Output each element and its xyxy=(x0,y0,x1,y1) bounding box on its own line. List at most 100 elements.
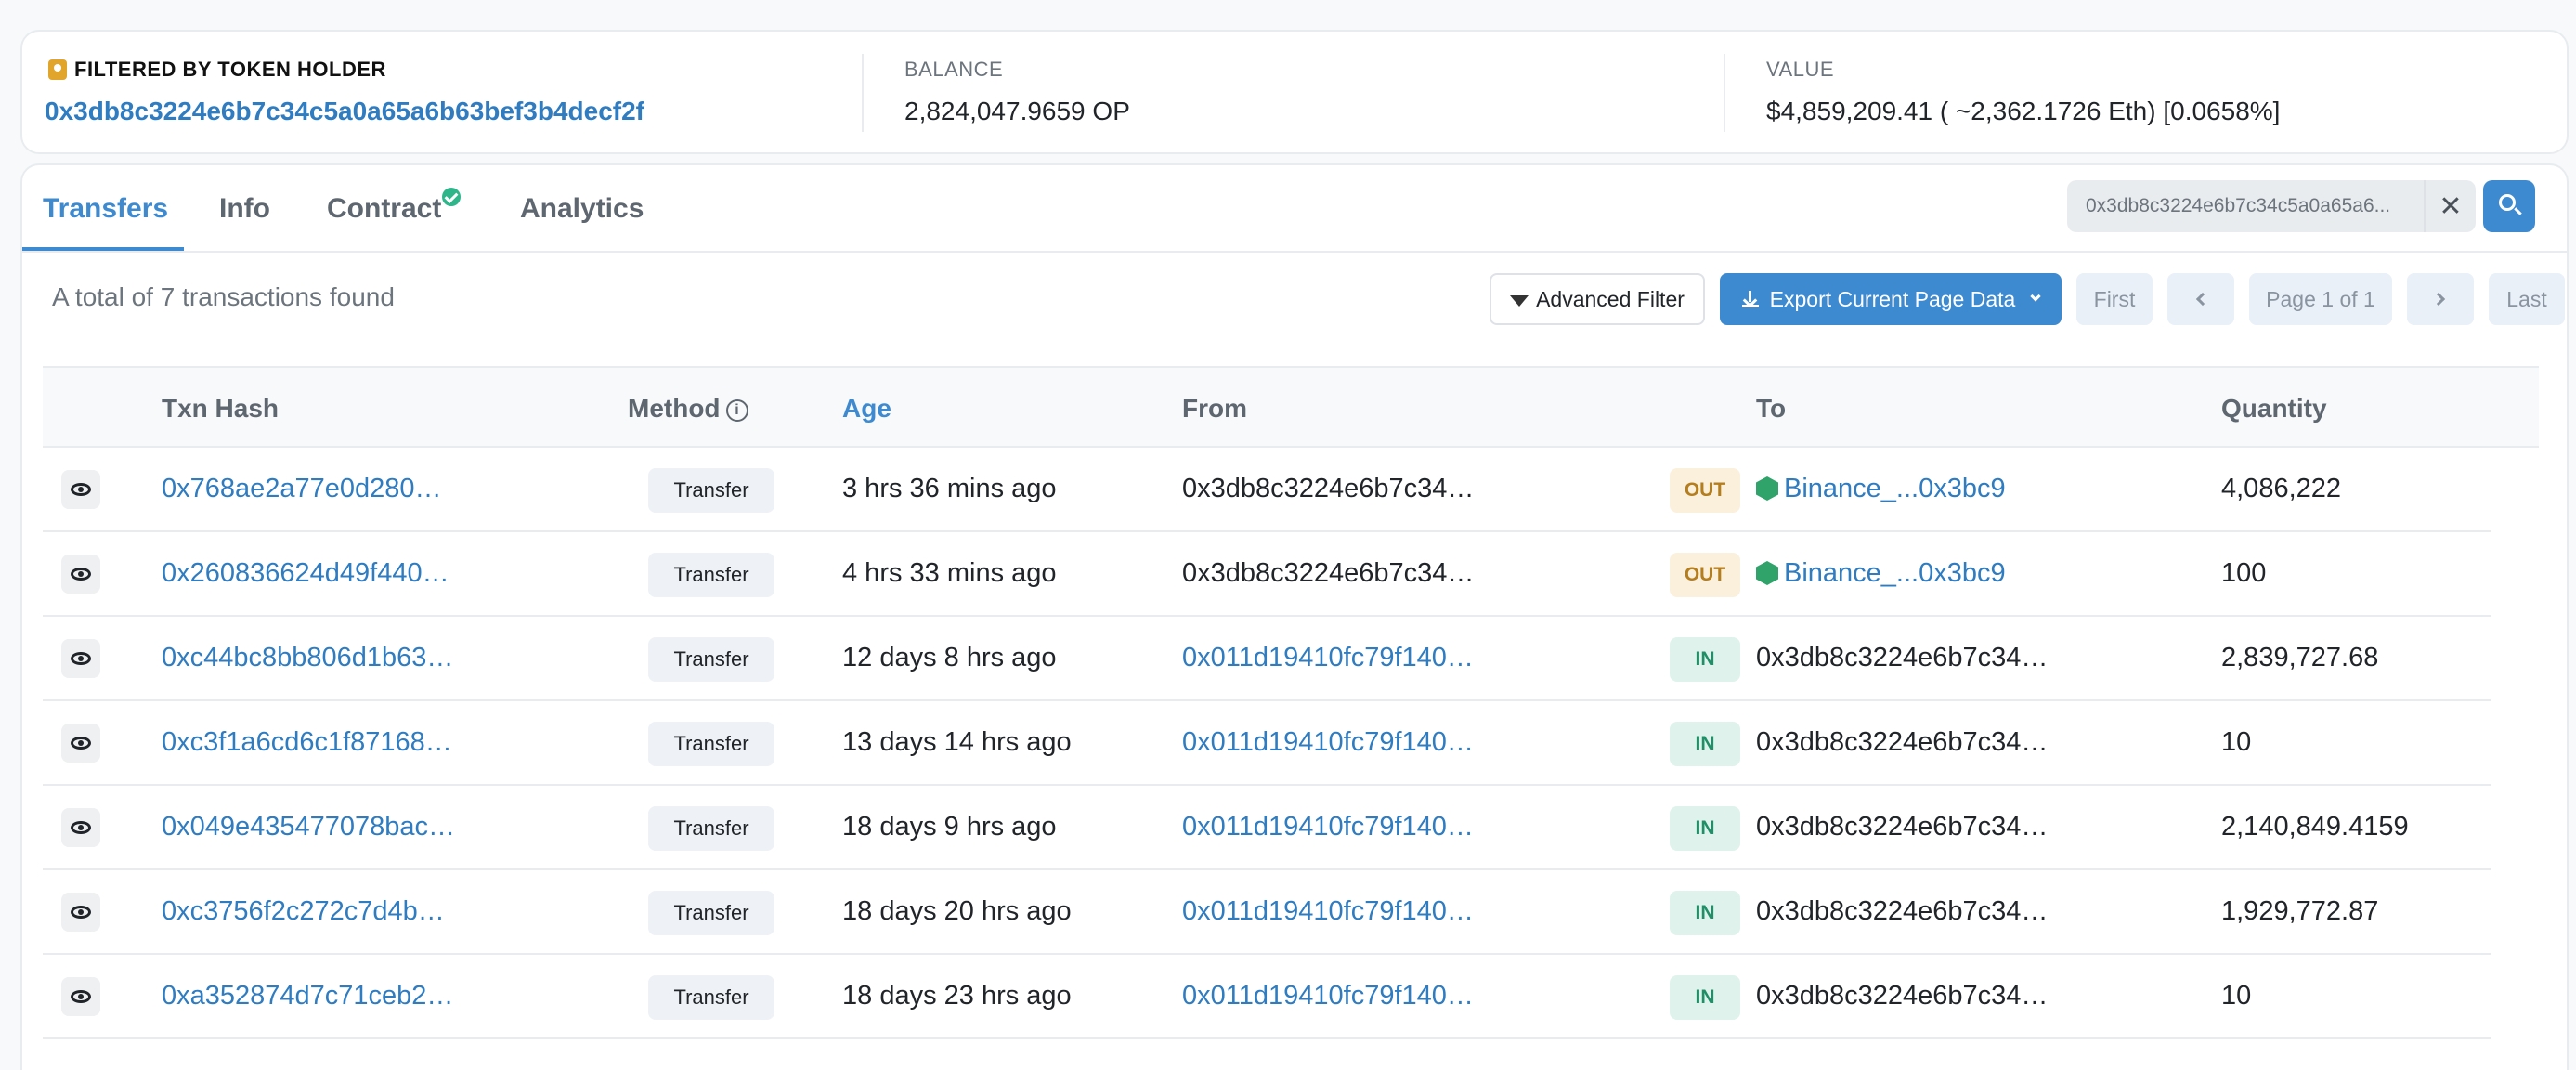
quantity-value: 100 xyxy=(2221,558,2267,588)
search-input[interactable] xyxy=(2067,180,2424,232)
table-row: 0x768ae2a77e0d280… Transfer 3 hrs 36 mins … xyxy=(43,448,2491,532)
holder-address-link[interactable]: 0x3db8c3224e6b7c34c5a0a65a6b63bef3b4decf… xyxy=(45,97,644,126)
value-label: VALUE xyxy=(1766,58,1835,81)
age-text: 12 days 8 hrs ago xyxy=(842,643,1057,672)
txn-hash-link[interactable]: 0xa352874d7c71ceb2… xyxy=(162,981,453,1011)
from-address[interactable]: 0x011d19410fc79f140… xyxy=(1182,643,1474,673)
filter-icon xyxy=(1510,295,1529,307)
from-address[interactable]: 0x011d19410fc79f140… xyxy=(1182,981,1474,1011)
advanced-filter-label: Advanced Filter xyxy=(1536,286,1685,311)
divider xyxy=(1724,54,1725,132)
txn-hash-link[interactable]: 0x768ae2a77e0d280… xyxy=(162,474,442,504)
method-badge: Transfer xyxy=(648,975,774,1020)
last-page-button[interactable]: Last xyxy=(2489,273,2565,325)
advanced-filter-button[interactable]: Advanced Filter xyxy=(1490,273,1705,325)
age-text: 13 days 14 hrs ago xyxy=(842,727,1072,757)
to-address: 0x3db8c3224e6b7c34… xyxy=(1756,896,2049,926)
to-address: 0x3db8c3224e6b7c34… xyxy=(1756,981,2049,1011)
column-txn-hash: Txn Hash xyxy=(162,394,280,423)
table-row: 0xc3756f2c272c7d4b… Transfer 18 days 20 hr… xyxy=(43,870,2491,955)
view-details-button[interactable] xyxy=(61,555,100,594)
to-address-link[interactable]: Binance_...0x3bc9 xyxy=(1756,474,2006,504)
balance-label: BALANCE xyxy=(904,58,1004,81)
download-icon xyxy=(1741,291,1759,307)
exchange-icon xyxy=(1756,561,1778,585)
direction-badge: IN xyxy=(1670,806,1740,851)
export-button[interactable]: Export Current Page Data xyxy=(1720,273,2062,325)
balance-value: 2,824,047.9659 OP xyxy=(904,97,1130,125)
txn-hash-link[interactable]: 0xc3756f2c272c7d4b… xyxy=(162,896,445,927)
table-row: 0xc3f1a6cd6c1f87168… Transfer 13 days 14 h… xyxy=(43,701,2491,786)
holder-label-text: FILTERED BY TOKEN HOLDER xyxy=(74,58,386,81)
age-text: 18 days 23 hrs ago xyxy=(842,981,1072,1011)
method-badge: Transfer xyxy=(648,891,774,935)
exchange-icon xyxy=(1756,476,1778,501)
to-address-link[interactable]: Binance_...0x3bc9 xyxy=(1756,558,2006,589)
from-address[interactable]: 0x011d19410fc79f140… xyxy=(1182,812,1474,842)
method-badge: Transfer xyxy=(648,806,774,851)
direction-badge: IN xyxy=(1670,891,1740,935)
view-details-button[interactable] xyxy=(61,724,100,763)
search-button[interactable] xyxy=(2483,180,2535,232)
from-address[interactable]: 0x011d19410fc79f140… xyxy=(1182,727,1474,758)
tab-bar: Transfers Info Contract Analytics ✕ xyxy=(22,165,2567,253)
tab-contract[interactable]: Contract xyxy=(327,193,441,225)
quantity-value: 2,140,849.4159 xyxy=(2221,812,2409,842)
column-method: Method i xyxy=(628,394,748,424)
column-age[interactable]: Age xyxy=(842,394,891,424)
next-page-button[interactable] xyxy=(2407,273,2474,325)
quantity-value: 10 xyxy=(2221,727,2252,757)
method-badge: Transfer xyxy=(648,637,774,682)
table-row: 0xa352874d7c71ceb2… Transfer 18 days 23 hr… xyxy=(43,955,2491,1039)
verified-check-icon xyxy=(442,188,461,206)
tab-analytics[interactable]: Analytics xyxy=(520,193,644,225)
age-text: 18 days 9 hrs ago xyxy=(842,812,1057,842)
view-details-button[interactable] xyxy=(61,977,100,1016)
from-address[interactable]: 0x011d19410fc79f140… xyxy=(1182,896,1474,927)
column-from: From xyxy=(1182,394,1247,423)
view-details-button[interactable] xyxy=(61,893,100,932)
from-address: 0x3db8c3224e6b7c34… xyxy=(1182,558,1475,588)
view-details-button[interactable] xyxy=(61,470,100,509)
prev-page-button[interactable] xyxy=(2167,273,2234,325)
chevron-down-icon xyxy=(2030,291,2041,302)
quantity-value: 2,839,727.68 xyxy=(2221,643,2379,672)
first-page-button[interactable]: First xyxy=(2076,273,2153,325)
value-amount: $4,859,209.41 ( ~2,362.1726 Eth) [0.0658… xyxy=(1766,97,2281,125)
clear-search-button[interactable]: ✕ xyxy=(2424,180,2476,232)
quantity-value: 10 xyxy=(2221,981,2252,1011)
table-row: 0x260836624d49f440… Transfer 4 hrs 33 mins… xyxy=(43,532,2491,617)
view-details-button[interactable] xyxy=(61,808,100,847)
to-address: 0x3db8c3224e6b7c34… xyxy=(1756,812,2049,842)
info-icon[interactable]: i xyxy=(725,398,748,422)
total-transactions-text: A total of 7 transactions found xyxy=(52,282,395,311)
age-text: 18 days 20 hrs ago xyxy=(842,896,1072,926)
divider xyxy=(862,54,864,132)
balance-section: BALANCE 2,824,047.9659 OP xyxy=(904,32,1740,152)
value-section: VALUE $4,859,209.41 ( ~2,362.1726 Eth) [… xyxy=(1766,32,2546,152)
age-text: 4 hrs 33 mins ago xyxy=(842,558,1057,588)
txn-hash-link[interactable]: 0x049e435477078bac… xyxy=(162,812,455,842)
tab-info[interactable]: Info xyxy=(219,193,270,225)
direction-badge: IN xyxy=(1670,637,1740,682)
txn-hash-link[interactable]: 0x260836624d49f440… xyxy=(162,558,449,589)
txn-hash-link[interactable]: 0xc44bc8bb806d1b63… xyxy=(162,643,453,673)
view-details-button[interactable] xyxy=(61,639,100,678)
direction-badge: IN xyxy=(1670,722,1740,766)
active-tab-indicator xyxy=(22,247,184,251)
tab-transfers[interactable]: Transfers xyxy=(43,193,168,225)
column-quantity: Quantity xyxy=(2221,394,2327,423)
transfers-card: Transfers Info Contract Analytics ✕ A to… xyxy=(20,163,2569,1070)
to-address: 0x3db8c3224e6b7c34… xyxy=(1756,727,2049,757)
search-icon xyxy=(2499,194,2516,211)
method-badge: Transfer xyxy=(648,468,774,513)
method-badge: Transfer xyxy=(648,722,774,766)
table-row: 0x049e435477078bac… Transfer 18 days 9 hrs… xyxy=(43,786,2491,870)
quantity-value: 1,929,772.87 xyxy=(2221,896,2379,926)
age-text: 3 hrs 36 mins ago xyxy=(842,474,1057,503)
export-label: Export Current Page Data xyxy=(1769,286,2016,311)
to-address: 0x3db8c3224e6b7c34… xyxy=(1756,643,2049,672)
chevron-left-icon xyxy=(2195,292,2210,307)
txn-hash-link[interactable]: 0xc3f1a6cd6c1f87168… xyxy=(162,727,452,758)
holder-label: FILTERED BY TOKEN HOLDER xyxy=(48,58,386,82)
